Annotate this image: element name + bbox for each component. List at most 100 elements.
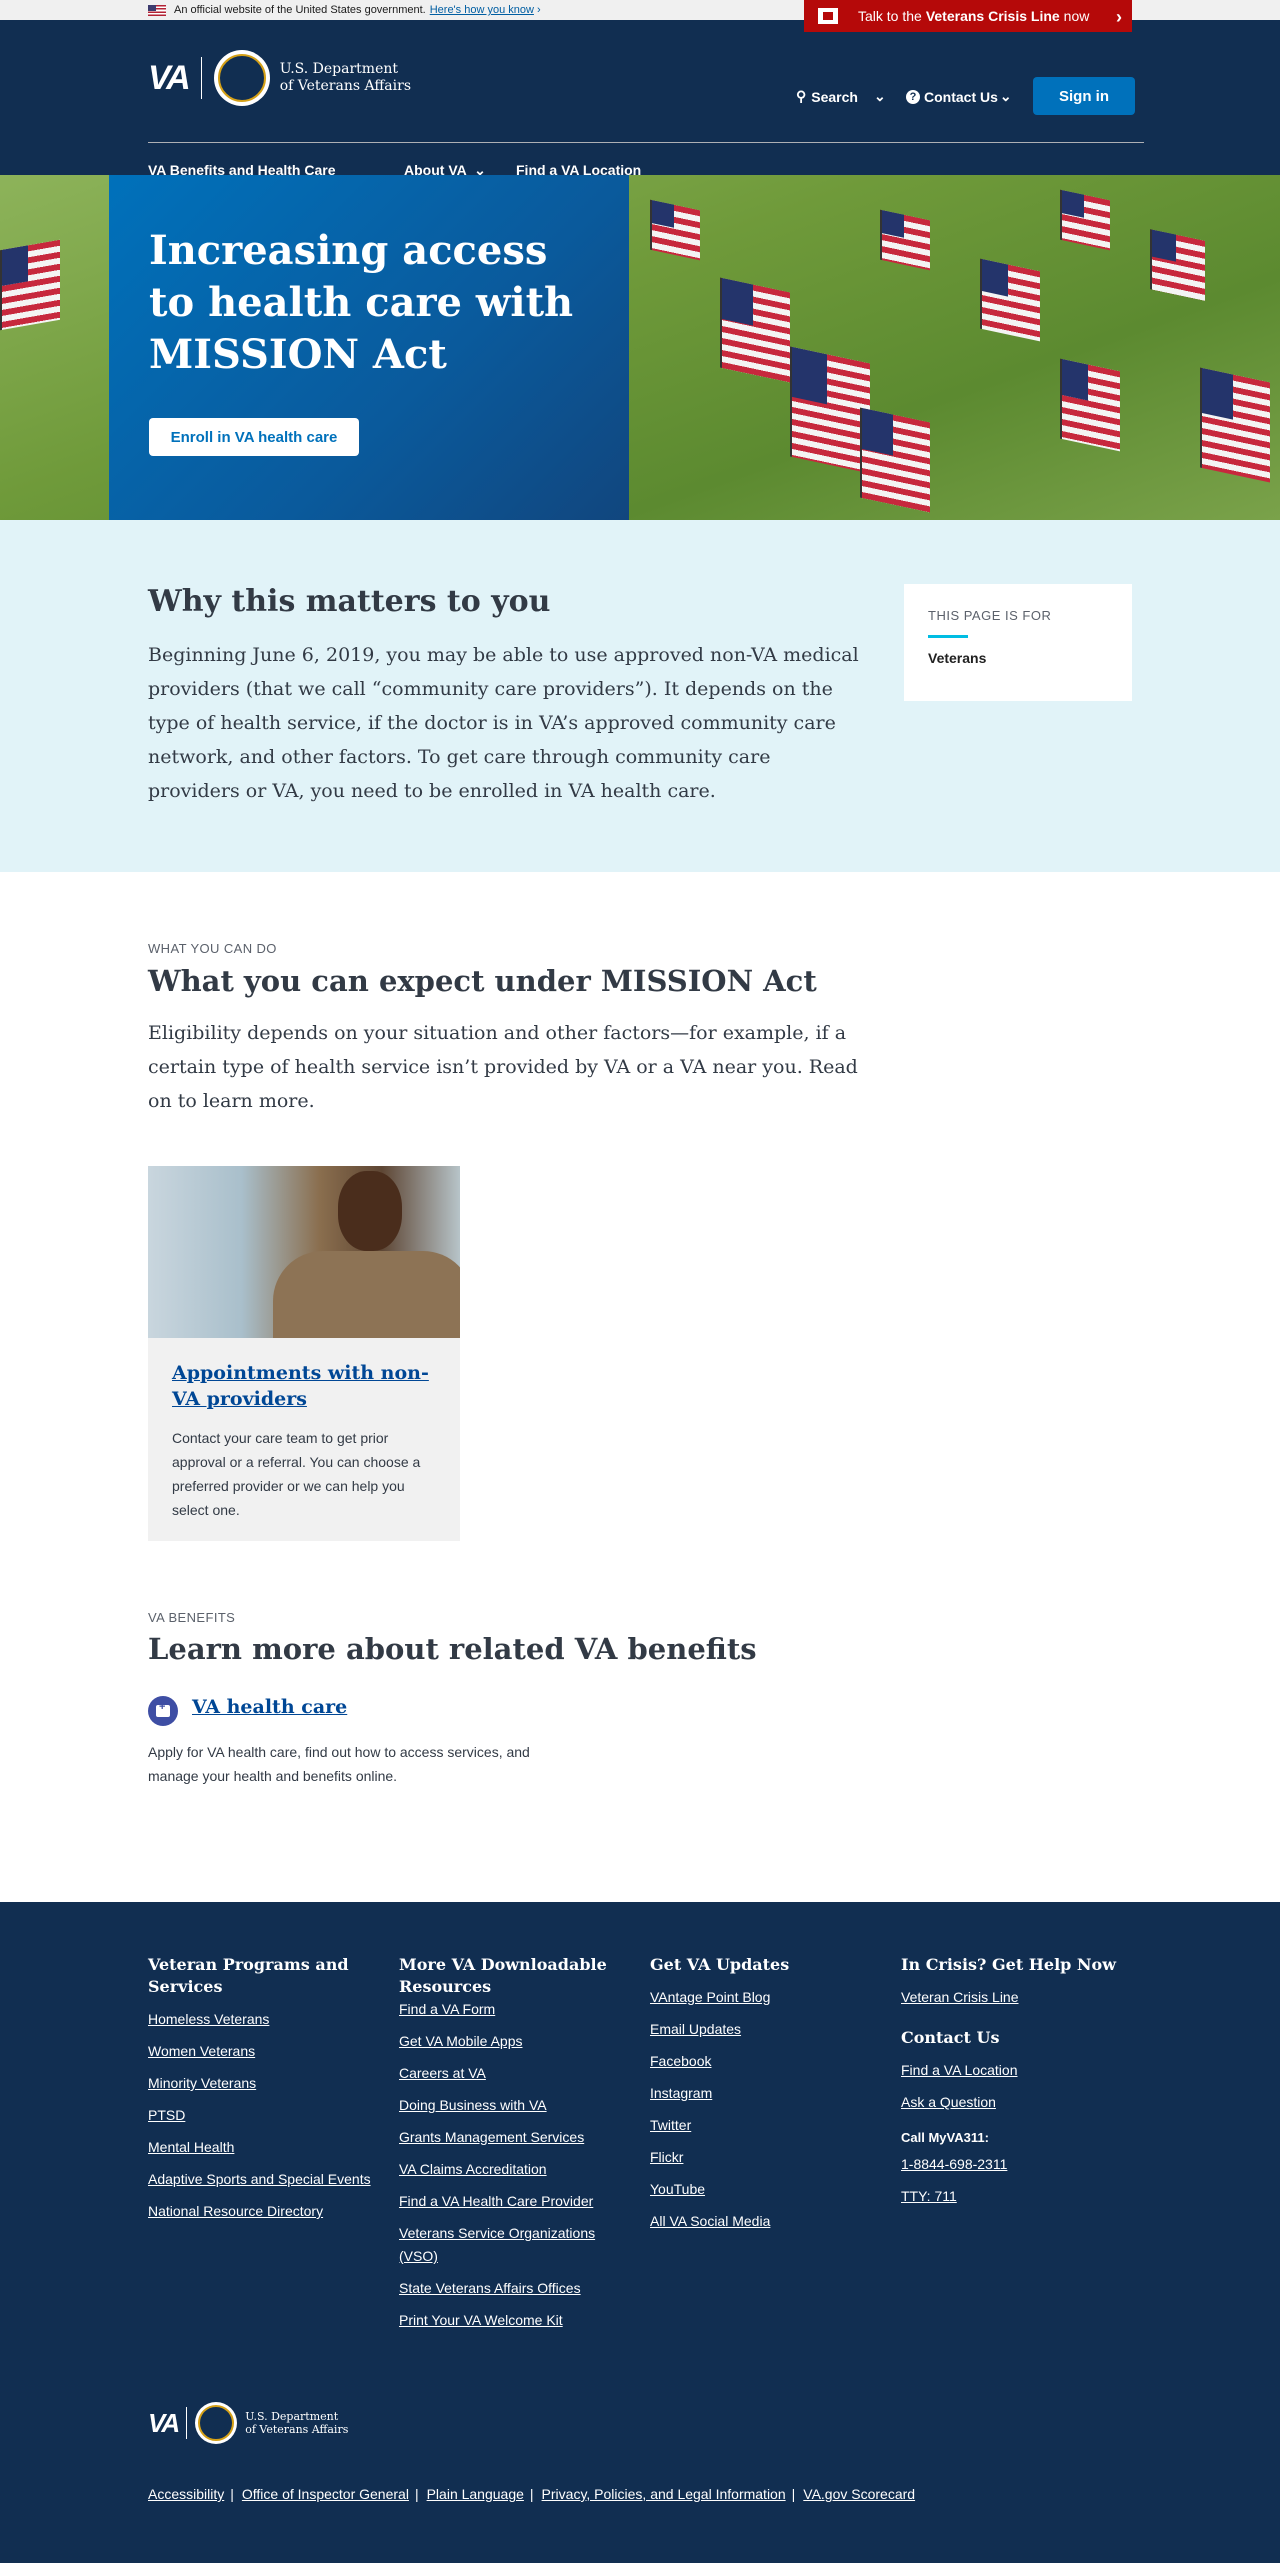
flag-decoration (790, 346, 870, 474)
flag-decoration (0, 239, 60, 331)
flag-decoration (650, 199, 700, 261)
oig-link[interactable]: Office of Inspector General (242, 2486, 409, 2502)
us-flag-icon (148, 4, 166, 16)
flag-decoration (1150, 229, 1205, 301)
va-logo: VA (148, 58, 191, 97)
scorecard-link[interactable]: VA.gov Scorecard (803, 2486, 915, 2502)
footer-col-title: Veteran Programs and Services (148, 1955, 349, 1996)
footer-link[interactable]: Ask a Question (901, 2091, 1131, 2114)
footer-link[interactable]: National Resource Directory (148, 2200, 378, 2223)
accent-rule (928, 635, 968, 638)
footer-col-updates: Get VA Updates VAntage Point Blog Email … (650, 1954, 880, 2242)
dept-line1: U.S. Department (245, 2410, 339, 2423)
footer-link[interactable]: Find a VA Form (399, 1998, 629, 2021)
footer-contact-title: Contact Us (901, 2028, 1000, 2047)
heres-how-you-know-link[interactable]: Here's how you know (430, 4, 534, 16)
enroll-button[interactable]: Enroll in VA health care (149, 418, 359, 456)
search-label: Search (811, 88, 858, 105)
footer-link[interactable]: Doing Business with VA (399, 2094, 629, 2117)
crisis-prefix: Talk to the (858, 8, 922, 24)
page-for-value: Veterans (928, 650, 987, 666)
department-name: U.S. Department of Veterans Affairs (245, 2410, 348, 2436)
va-health-care-link[interactable]: VA health care (192, 1696, 347, 1718)
why-title: Why this matters to you (148, 584, 551, 619)
benefit-description: Apply for VA health care, find out how t… (148, 1744, 530, 1784)
department-name: U.S. Department of Veterans Affairs (280, 61, 411, 95)
footer-link[interactable]: Women Veterans (148, 2040, 378, 2063)
what-body: Eligibility depends on your situation an… (148, 1022, 858, 1112)
footer-link[interactable]: Print Your VA Welcome Kit (399, 2309, 629, 2332)
footer-link[interactable]: All VA Social Media (650, 2210, 880, 2233)
veterans-crisis-line-button[interactable]: Talk to the Veterans Crisis Line now › (804, 0, 1132, 32)
footer-link[interactable]: VA Claims Accreditation (399, 2158, 629, 2181)
search-button[interactable]: ⚲ Search ⌄ (796, 88, 886, 105)
footer-col-title: Get VA Updates (650, 1955, 790, 1974)
appointments-card: Appointments with non-VA providers Conta… (148, 1166, 460, 1541)
footer-link[interactable]: Email Updates (650, 2018, 880, 2041)
footer-link[interactable]: Minority Veterans (148, 2072, 378, 2095)
appointments-link[interactable]: Appointments with non-VA providers (172, 1360, 436, 1412)
sign-in-button[interactable]: Sign in (1033, 77, 1135, 115)
footer-link[interactable]: Adaptive Sports and Special Events (148, 2168, 378, 2191)
separator: | (791, 2486, 796, 2502)
tty-link[interactable]: TTY: 711 (901, 2185, 1131, 2208)
gov-banner-text: An official website of the United States… (174, 4, 426, 16)
person-head (338, 1171, 402, 1251)
card-description: Contact your care team to get prior appr… (172, 1430, 421, 1518)
hero-panel: Increasing access to health care with MI… (109, 175, 629, 520)
chevron-right-icon: › (536, 4, 541, 16)
privacy-link[interactable]: Privacy, Policies, and Legal Information (542, 2486, 786, 2502)
logo-divider (200, 57, 202, 99)
crisis-line-icon (818, 8, 838, 24)
flag-decoration (880, 209, 930, 271)
flag-decoration (1060, 358, 1120, 452)
footer-link[interactable]: Get VA Mobile Apps (399, 2030, 629, 2053)
separator: | (414, 2486, 419, 2502)
site-footer: Veteran Programs and Services Homeless V… (0, 1902, 1280, 2563)
footer-link[interactable]: Careers at VA (399, 2062, 629, 2085)
veteran-handshake-image (148, 1166, 460, 1338)
footer-link[interactable]: PTSD (148, 2104, 378, 2127)
contact-us-menu[interactable]: ? Contact Us ⌄ (906, 88, 1012, 105)
contact-label: Contact Us (924, 88, 998, 105)
footer-link[interactable]: Instagram (650, 2082, 880, 2105)
footer-link[interactable]: Grants Management Services (399, 2126, 629, 2149)
separator: | (529, 2486, 534, 2502)
what-eyebrow: WHAT YOU CAN DO (148, 941, 277, 956)
site-header: VA U.S. Department of Veterans Affairs ⚲… (0, 20, 1280, 178)
benefits-title: Learn more about related VA benefits (148, 1632, 757, 1666)
accessibility-link[interactable]: Accessibility (148, 2486, 224, 2502)
header-divider (148, 142, 1144, 143)
va-logo-link[interactable]: VA U.S. Department of Veterans Affairs (148, 50, 411, 106)
footer-link[interactable]: Homeless Veterans (148, 2008, 378, 2031)
person-body (273, 1251, 460, 1338)
flag-decoration (1200, 367, 1270, 483)
footer-link[interactable]: VAntage Point Blog (650, 1986, 880, 2009)
footer-crisis-link[interactable]: Veteran Crisis Line (901, 1986, 1131, 2009)
footer-link[interactable]: Find a VA Health Care Provider (399, 2190, 629, 2213)
logo-divider (186, 2407, 188, 2439)
footer-link[interactable]: Flickr (650, 2146, 880, 2169)
footer-col-resources: More VA Downloadable Resources Find a VA… (399, 1954, 629, 2341)
separator: | (230, 2486, 234, 2502)
footer-link[interactable]: Twitter (650, 2114, 880, 2137)
footer-link[interactable]: Facebook (650, 2050, 880, 2073)
footer-link[interactable]: Find a VA Location (901, 2059, 1131, 2082)
footer-col-title: More VA Downloadable Resources (399, 1955, 607, 1996)
chevron-down-icon: ⌄ (999, 88, 1012, 104)
page-title: Increasing access to health care with MI… (149, 227, 574, 378)
crisis-suffix: now (1063, 8, 1090, 24)
footer-link[interactable]: Mental Health (148, 2136, 378, 2159)
flag-decoration (860, 407, 930, 513)
call-label: Call MyVA311: (901, 2130, 989, 2145)
flag-decoration (980, 258, 1040, 342)
page-audience-box: THIS PAGE IS FOR Veterans (904, 584, 1132, 701)
plain-language-link[interactable]: Plain Language (427, 2486, 524, 2502)
phone-link[interactable]: 1-8844-698-2311 (901, 2153, 1131, 2176)
footer-va-logo[interactable]: VA U.S. Department of Veterans Affairs (148, 2402, 348, 2444)
footer-link[interactable]: YouTube (650, 2178, 880, 2201)
footer-link[interactable]: State Veterans Affairs Offices (399, 2277, 629, 2300)
footer-link[interactable]: Veterans Service Organizations (VSO) (399, 2222, 629, 2268)
va-seal-icon (195, 2402, 238, 2444)
footer-bottom-links: Accessibility | Office of Inspector Gener… (148, 2486, 915, 2502)
